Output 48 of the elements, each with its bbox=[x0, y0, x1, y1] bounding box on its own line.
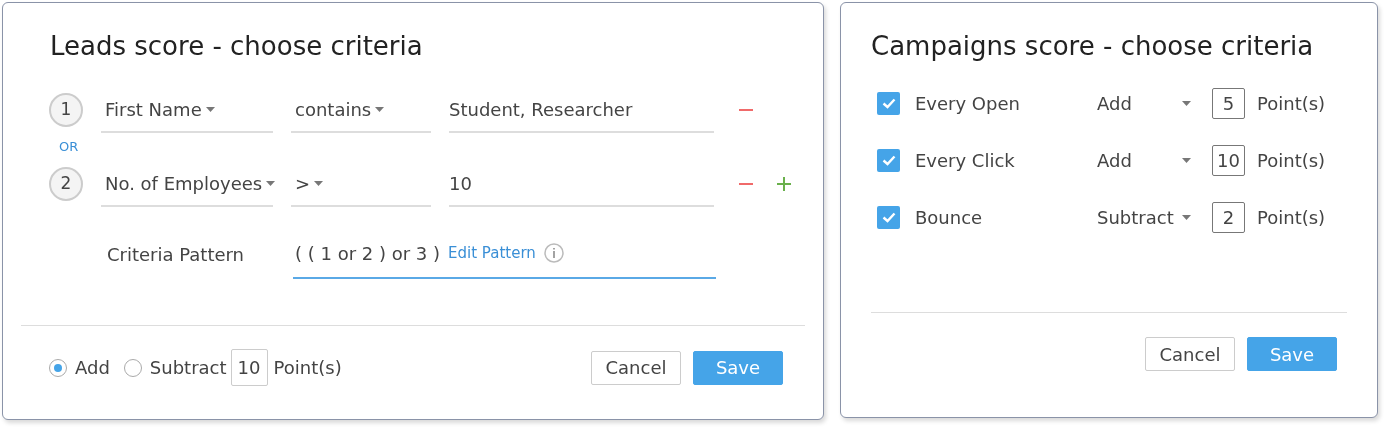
checkbox[interactable] bbox=[877, 205, 900, 229]
event-label: Every Click bbox=[915, 148, 1016, 173]
value-field[interactable]: Student, Researcher bbox=[449, 87, 714, 133]
cancel-button[interactable]: Cancel bbox=[1145, 337, 1235, 371]
event-label: Every Open bbox=[915, 91, 1021, 116]
points-field[interactable]: 2 bbox=[1212, 201, 1245, 233]
check-icon bbox=[881, 97, 896, 109]
caret-icon bbox=[1182, 157, 1191, 163]
points-unit: Point(s) bbox=[1257, 148, 1326, 173]
check-icon bbox=[881, 154, 896, 166]
dialog-title: Campaigns score - choose criteria bbox=[871, 30, 1315, 63]
caret-icon bbox=[314, 180, 324, 186]
radio-icon[interactable] bbox=[49, 358, 67, 377]
points-unit: Point(s) bbox=[273, 356, 342, 380]
field-dropdown[interactable]: First Name bbox=[101, 87, 273, 133]
operator-dropdown[interactable]: > bbox=[291, 161, 431, 207]
caret-icon bbox=[205, 106, 215, 112]
points-field[interactable]: 10 bbox=[230, 349, 268, 386]
points-field[interactable]: 5 bbox=[1212, 87, 1245, 119]
or-connector: OR bbox=[59, 139, 80, 155]
pattern-label: Criteria Pattern bbox=[107, 242, 245, 267]
caret-icon bbox=[1182, 214, 1191, 220]
field-dropdown[interactable]: No. of Employees bbox=[101, 161, 273, 207]
info-icon[interactable] bbox=[543, 243, 564, 263]
check-icon bbox=[881, 211, 896, 223]
points-unit: Point(s) bbox=[1257, 91, 1326, 116]
radio-option[interactable]: Add bbox=[49, 354, 110, 381]
checkbox[interactable] bbox=[877, 148, 900, 172]
add-icon[interactable] bbox=[777, 177, 791, 191]
caret-icon bbox=[1182, 100, 1191, 106]
action-dropdown[interactable]: Add bbox=[1097, 146, 1191, 174]
points-unit: Point(s) bbox=[1257, 205, 1326, 230]
action-dropdown[interactable]: Add bbox=[1097, 89, 1191, 117]
caret-icon bbox=[266, 180, 276, 186]
radio-option[interactable]: Subtract bbox=[123, 354, 227, 381]
action-dropdown[interactable]: Subtract bbox=[1097, 203, 1191, 231]
value-field[interactable]: 10 bbox=[449, 161, 714, 207]
checkbox[interactable] bbox=[877, 91, 900, 115]
event-label: Bounce bbox=[915, 205, 984, 230]
criteria-number: 1 bbox=[49, 93, 83, 127]
radio-icon[interactable] bbox=[123, 358, 142, 377]
dialog-title: Leads score - choose criteria bbox=[50, 30, 424, 63]
cancel-button[interactable]: Cancel bbox=[591, 350, 681, 385]
operator-dropdown[interactable]: contains bbox=[291, 87, 431, 133]
caret-icon bbox=[375, 106, 385, 112]
criteria-number: 2 bbox=[49, 167, 83, 201]
points-field[interactable]: 10 bbox=[1212, 144, 1245, 176]
pattern-field[interactable]: ( ( 1 or 2 ) or 3 ) Edit Pattern bbox=[293, 229, 716, 279]
